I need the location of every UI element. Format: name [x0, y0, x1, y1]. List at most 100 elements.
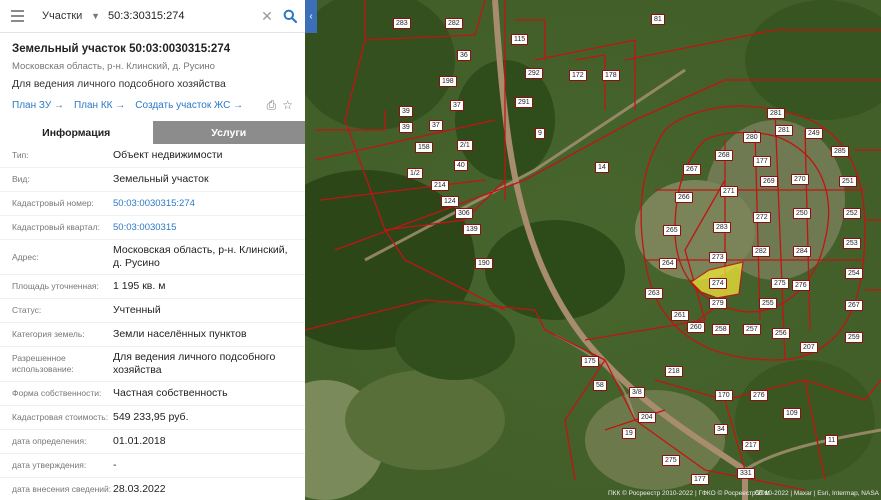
layer-select[interactable]: Участки ▼: [34, 10, 108, 22]
parcel-number-label[interactable]: 306: [455, 208, 473, 219]
parcel-number-label[interactable]: 257: [743, 324, 761, 335]
parcel-number-label[interactable]: 251: [839, 176, 857, 187]
parcel-number-label[interactable]: 270: [791, 174, 809, 185]
parcel-number-label[interactable]: 177: [691, 474, 709, 485]
parcel-number-label[interactable]: 280: [743, 132, 761, 143]
parcel-number-label[interactable]: 37: [450, 100, 464, 111]
parcel-number-label[interactable]: 267: [845, 300, 863, 311]
parcel-number-label[interactable]: 218: [665, 366, 683, 377]
parcel-number-label[interactable]: 39: [399, 122, 413, 133]
parcel-number-label[interactable]: 249: [805, 128, 823, 139]
parcel-number-label[interactable]: 331: [737, 468, 755, 479]
info-row: Кадастровый квартал: 50:03:0030315: [0, 216, 305, 240]
parcel-number-label[interactable]: 3/8: [629, 387, 645, 398]
parcel-number-label[interactable]: 178: [602, 70, 620, 81]
collapse-panel-button[interactable]: ‹: [305, 0, 317, 33]
tab-bar: Информация Услуги: [0, 121, 305, 144]
parcel-header: Земельный участок 50:03:0030315:274 Моск…: [0, 33, 305, 113]
parcel-number-label[interactable]: 40: [454, 160, 468, 171]
clear-icon[interactable]: ✕: [259, 8, 275, 25]
parcel-number-label[interactable]: 264: [659, 258, 677, 269]
parcel-number-label[interactable]: 37: [429, 120, 443, 131]
info-row-key: дата внесения сведений:: [12, 484, 112, 494]
parcel-number-label[interactable]: 260: [687, 322, 705, 333]
parcel-number-label[interactable]: 263: [645, 288, 663, 299]
map-view[interactable]: 283 282 81 115 36 292 172 178 198 37 291 39 39 37 9 281…: [305, 0, 881, 500]
parcel-number-label[interactable]: 39: [399, 106, 413, 117]
parcel-number-label[interactable]: 14: [595, 162, 609, 173]
parcel-number-label[interactable]: 81: [651, 14, 665, 25]
parcel-number-label[interactable]: 170: [715, 390, 733, 401]
parcel-number-label[interactable]: 267: [683, 164, 701, 175]
plan-kk-link[interactable]: План КК →: [74, 100, 125, 111]
parcel-number-label[interactable]: 268: [715, 150, 733, 161]
favorite-star-icon[interactable]: ☆: [282, 98, 293, 113]
parcel-number-label[interactable]: 276: [792, 280, 810, 291]
parcel-number-label[interactable]: 158: [415, 142, 433, 153]
tab-info[interactable]: Информация: [0, 121, 153, 144]
parcel-number-label[interactable]: 19: [622, 428, 636, 439]
parcel-number-label[interactable]: 36: [457, 50, 471, 61]
parcel-number-label[interactable]: 279: [709, 298, 727, 309]
parcel-number-label[interactable]: 282: [752, 246, 770, 257]
selected-parcel-label[interactable]: 274: [709, 278, 727, 289]
parcel-number-label[interactable]: 34: [714, 424, 728, 435]
search-button[interactable]: [275, 0, 305, 33]
parcel-number-label[interactable]: 172: [569, 70, 587, 81]
parcel-number-label[interactable]: 291: [515, 97, 533, 108]
parcel-number-label[interactable]: 259: [845, 332, 863, 343]
parcel-number-label[interactable]: 258: [712, 324, 730, 335]
parcel-number-label[interactable]: 2/1: [457, 140, 473, 151]
parcel-number-label[interactable]: 272: [753, 212, 771, 223]
create-parcel-link[interactable]: Создать участок ЖС →: [135, 100, 243, 111]
parcel-number-label[interactable]: 282: [445, 18, 463, 29]
info-row-value: 1 195 кв. м: [113, 280, 166, 292]
parcel-number-label[interactable]: 217: [742, 440, 760, 451]
parcel-number-label[interactable]: 177: [753, 156, 771, 167]
parcel-number-label[interactable]: 281: [767, 108, 785, 119]
search-input[interactable]: [108, 4, 259, 28]
parcel-number-label[interactable]: 190: [475, 258, 493, 269]
info-row-value[interactable]: 50:03:0030315:274: [113, 193, 293, 214]
parcel-number-label[interactable]: 214: [431, 180, 449, 191]
tab-services[interactable]: Услуги: [152, 121, 305, 144]
parcel-number-label[interactable]: 139: [463, 224, 481, 235]
menu-icon[interactable]: [0, 10, 34, 22]
parcel-number-label[interactable]: 276: [750, 390, 768, 401]
parcel-number-label[interactable]: 281: [775, 125, 793, 136]
parcel-number-label[interactable]: 254: [845, 268, 863, 279]
parcel-number-label[interactable]: 9: [535, 128, 545, 139]
parcel-number-label[interactable]: 275: [662, 455, 680, 466]
parcel-number-label[interactable]: 253: [843, 238, 861, 249]
parcel-number-label[interactable]: 284: [793, 246, 811, 257]
parcel-number-label[interactable]: 198: [439, 76, 457, 87]
parcel-number-label[interactable]: 261: [671, 310, 689, 321]
info-row-value[interactable]: 50:03:0030315: [113, 217, 293, 238]
parcel-number-label[interactable]: 204: [638, 412, 656, 423]
parcel-number-label[interactable]: 273: [709, 252, 727, 263]
parcel-number-label[interactable]: 283: [713, 222, 731, 233]
parcel-number-label[interactable]: 283: [393, 18, 411, 29]
parcel-number-label[interactable]: 255: [759, 298, 777, 309]
parcel-number-label[interactable]: 269: [760, 176, 778, 187]
parcel-number-label[interactable]: 11: [825, 435, 839, 446]
parcel-number-label[interactable]: 285: [831, 146, 849, 157]
parcel-number-label[interactable]: 275: [771, 278, 789, 289]
parcel-number-label[interactable]: 271: [720, 186, 738, 197]
parcel-number-label[interactable]: 58: [593, 380, 607, 391]
parcel-number-label[interactable]: 266: [675, 192, 693, 203]
plan-zu-link[interactable]: План ЗУ →: [12, 100, 64, 111]
parcel-number-label[interactable]: 207: [800, 342, 818, 353]
header-icons: ⎙ ☆: [267, 98, 293, 113]
parcel-number-label[interactable]: 265: [663, 225, 681, 236]
parcel-number-label[interactable]: 109: [783, 408, 801, 419]
parcel-number-label[interactable]: 124: [441, 196, 459, 207]
parcel-number-label[interactable]: 256: [772, 328, 790, 339]
print-icon[interactable]: ⎙: [267, 98, 277, 113]
parcel-number-label[interactable]: 292: [525, 68, 543, 79]
parcel-number-label[interactable]: 1/2: [407, 168, 423, 179]
parcel-number-label[interactable]: 115: [511, 34, 529, 45]
parcel-number-label[interactable]: 252: [843, 208, 861, 219]
parcel-number-label[interactable]: 175: [581, 356, 599, 367]
parcel-number-label[interactable]: 250: [793, 208, 811, 219]
